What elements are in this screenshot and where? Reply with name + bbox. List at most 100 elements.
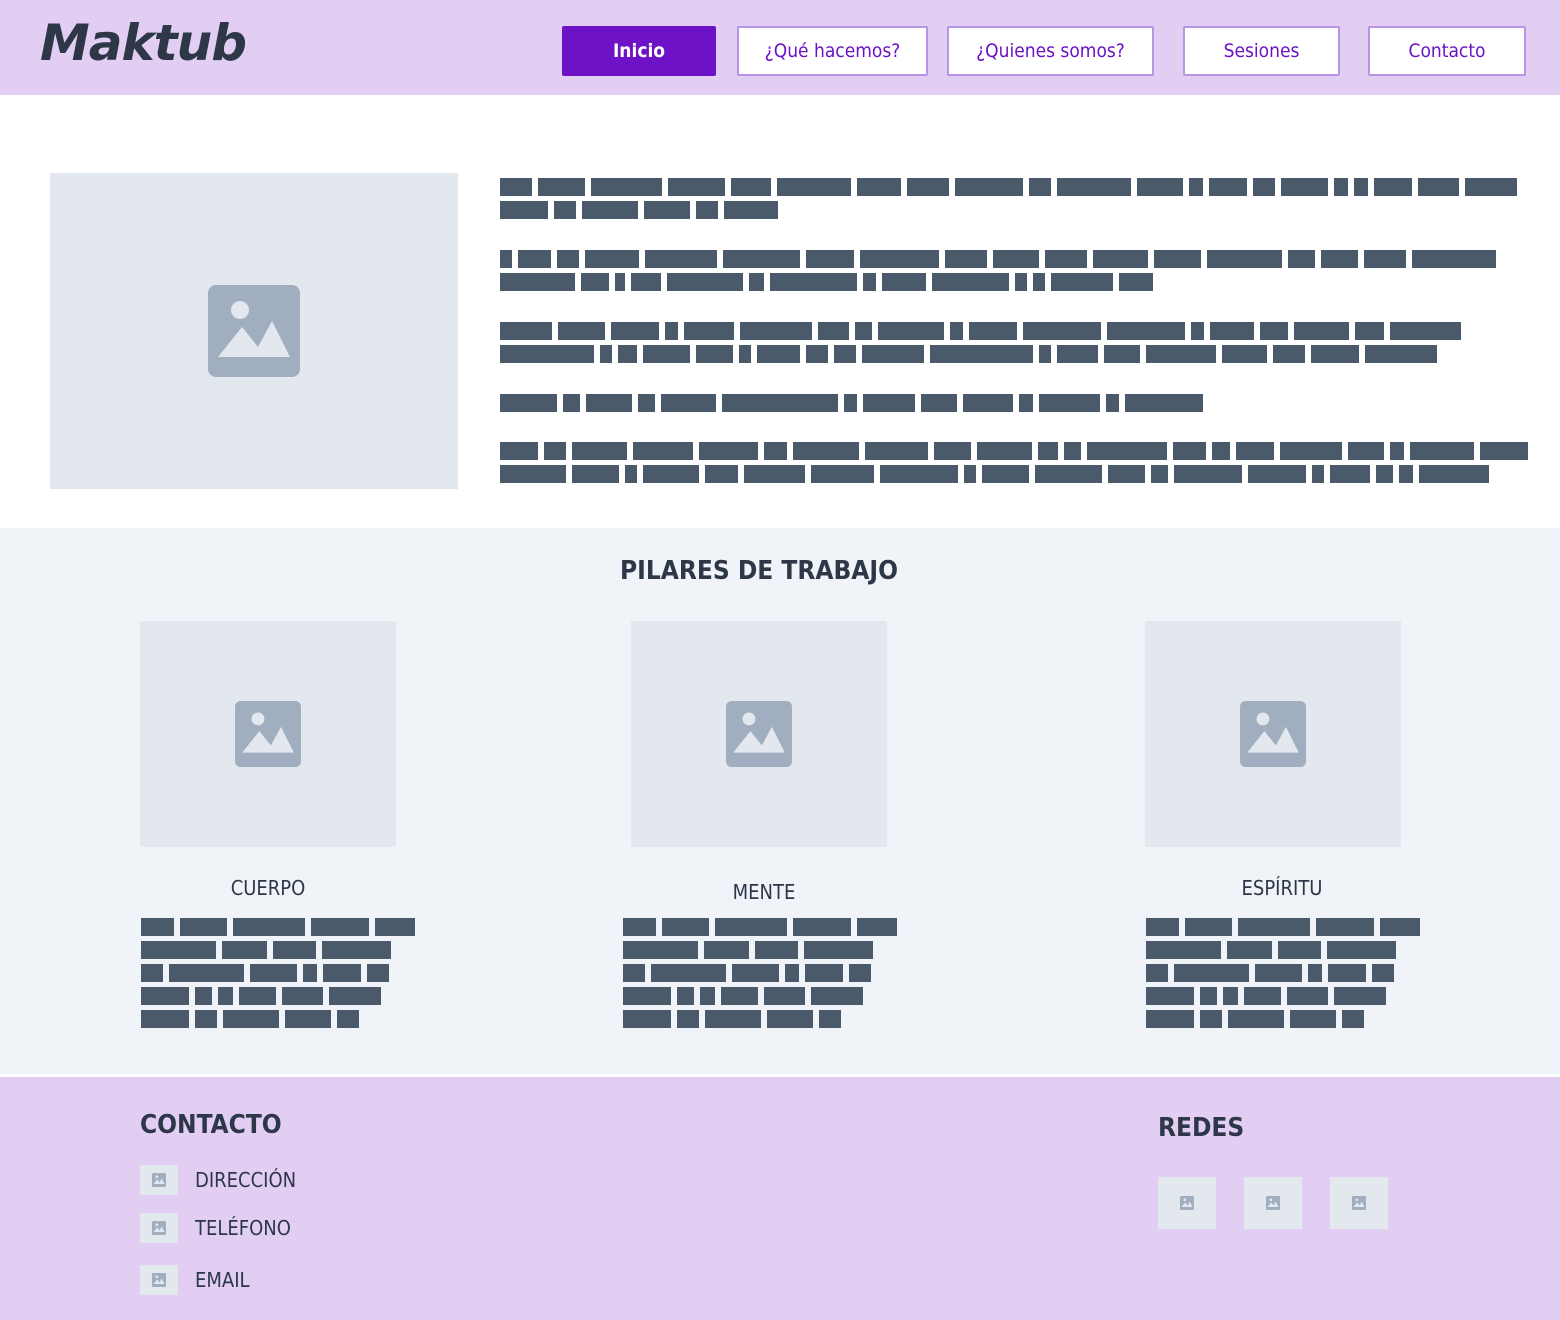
placeholder-word (1104, 345, 1140, 363)
placeholder-word (638, 394, 655, 412)
placeholder-word (500, 345, 594, 363)
placeholder-word (645, 250, 717, 268)
placeholder-word (500, 394, 557, 412)
placeholder-word (849, 964, 871, 982)
placeholder-word (500, 322, 552, 340)
pilar-espiritu-title: ESPÍRITU (1241, 876, 1323, 900)
placeholder-word (643, 345, 690, 363)
placeholder-word (500, 442, 538, 460)
placeholder-word (862, 345, 924, 363)
placeholder-text-line (141, 941, 391, 959)
placeholder-word (1087, 442, 1167, 460)
social-link-2[interactable] (1244, 1177, 1302, 1229)
placeholder-word (500, 250, 512, 268)
social-link-1[interactable] (1158, 1177, 1216, 1229)
placeholder-word (1410, 442, 1474, 460)
placeholder-text-line (1146, 918, 1420, 936)
image-placeholder-icon (152, 1221, 166, 1235)
placeholder-word (704, 941, 749, 959)
placeholder-word (1465, 178, 1517, 196)
placeholder-word (804, 941, 873, 959)
placeholder-word (623, 964, 645, 982)
placeholder-word (731, 178, 771, 196)
placeholder-word (955, 178, 1023, 196)
placeholder-word (643, 465, 699, 483)
placeholder-word (644, 201, 690, 219)
placeholder-word (1288, 250, 1315, 268)
placeholder-word (855, 322, 872, 340)
placeholder-word (1372, 964, 1394, 982)
placeholder-word (722, 394, 838, 412)
placeholder-word (322, 941, 391, 959)
placeholder-word (582, 201, 638, 219)
placeholder-word (950, 322, 963, 340)
placeholder-word (732, 964, 779, 982)
placeholder-text-line (141, 918, 415, 936)
placeholder-word (907, 178, 949, 196)
site-logo[interactable]: Maktub (40, 14, 247, 72)
placeholder-word (1248, 465, 1306, 483)
placeholder-word (557, 250, 579, 268)
placeholder-word (1209, 178, 1247, 196)
placeholder-text-line (1146, 941, 1396, 959)
placeholder-word (1057, 345, 1098, 363)
social-link-3[interactable] (1330, 1177, 1388, 1229)
placeholder-word (963, 394, 1013, 412)
placeholder-word (740, 322, 812, 340)
image-placeholder-icon (1180, 1196, 1194, 1210)
placeholder-word (1253, 178, 1275, 196)
placeholder-word (696, 345, 733, 363)
placeholder-word (1316, 918, 1374, 936)
placeholder-word (1185, 918, 1232, 936)
placeholder-word (141, 941, 216, 959)
placeholder-word (195, 987, 212, 1005)
placeholder-word (273, 941, 316, 959)
placeholder-word (1035, 465, 1102, 483)
placeholder-word (141, 1010, 189, 1028)
placeholder-word (1278, 941, 1321, 959)
placeholder-word (250, 964, 297, 982)
placeholder-word (696, 201, 718, 219)
placeholder-word (500, 273, 575, 291)
placeholder-text-line (141, 964, 389, 982)
placeholder-word (1327, 941, 1396, 959)
placeholder-word (684, 322, 734, 340)
placeholder-word (1057, 178, 1131, 196)
placeholder-word (1210, 322, 1254, 340)
placeholder-word (793, 918, 851, 936)
placeholder-word (1330, 465, 1370, 483)
image-placeholder-icon (152, 1173, 166, 1187)
placeholder-word (500, 465, 566, 483)
placeholder-word (749, 273, 764, 291)
placeholder-text-line (500, 201, 778, 219)
image-placeholder-icon (1352, 1196, 1366, 1210)
placeholder-word (1146, 964, 1168, 982)
placeholder-word (662, 918, 709, 936)
placeholder-word (1390, 442, 1404, 460)
placeholder-word (323, 964, 361, 982)
placeholder-word (1228, 1010, 1284, 1028)
placeholder-word (818, 322, 849, 340)
placeholder-word (633, 442, 693, 460)
placeholder-word (677, 987, 694, 1005)
placeholder-word (793, 442, 859, 460)
placeholder-word (572, 465, 619, 483)
placeholder-word (811, 987, 863, 1005)
placeholder-word (878, 322, 944, 340)
placeholder-word (623, 1010, 671, 1028)
contact-item-direccion[interactable]: DIRECCIÓN (140, 1165, 296, 1195)
placeholder-word (724, 201, 778, 219)
placeholder-text-line (500, 178, 1517, 196)
placeholder-word (375, 918, 415, 936)
placeholder-word (1244, 987, 1281, 1005)
placeholder-word (764, 442, 787, 460)
placeholder-word (1029, 178, 1051, 196)
placeholder-word (1419, 465, 1489, 483)
contact-item-email[interactable]: EMAIL (140, 1265, 250, 1295)
placeholder-word (1064, 442, 1081, 460)
placeholder-word (538, 178, 585, 196)
placeholder-word (1200, 987, 1217, 1005)
placeholder-word (1039, 394, 1100, 412)
image-placeholder-icon (1266, 1196, 1280, 1210)
contact-item-telefono[interactable]: TELÉFONO (140, 1213, 291, 1243)
